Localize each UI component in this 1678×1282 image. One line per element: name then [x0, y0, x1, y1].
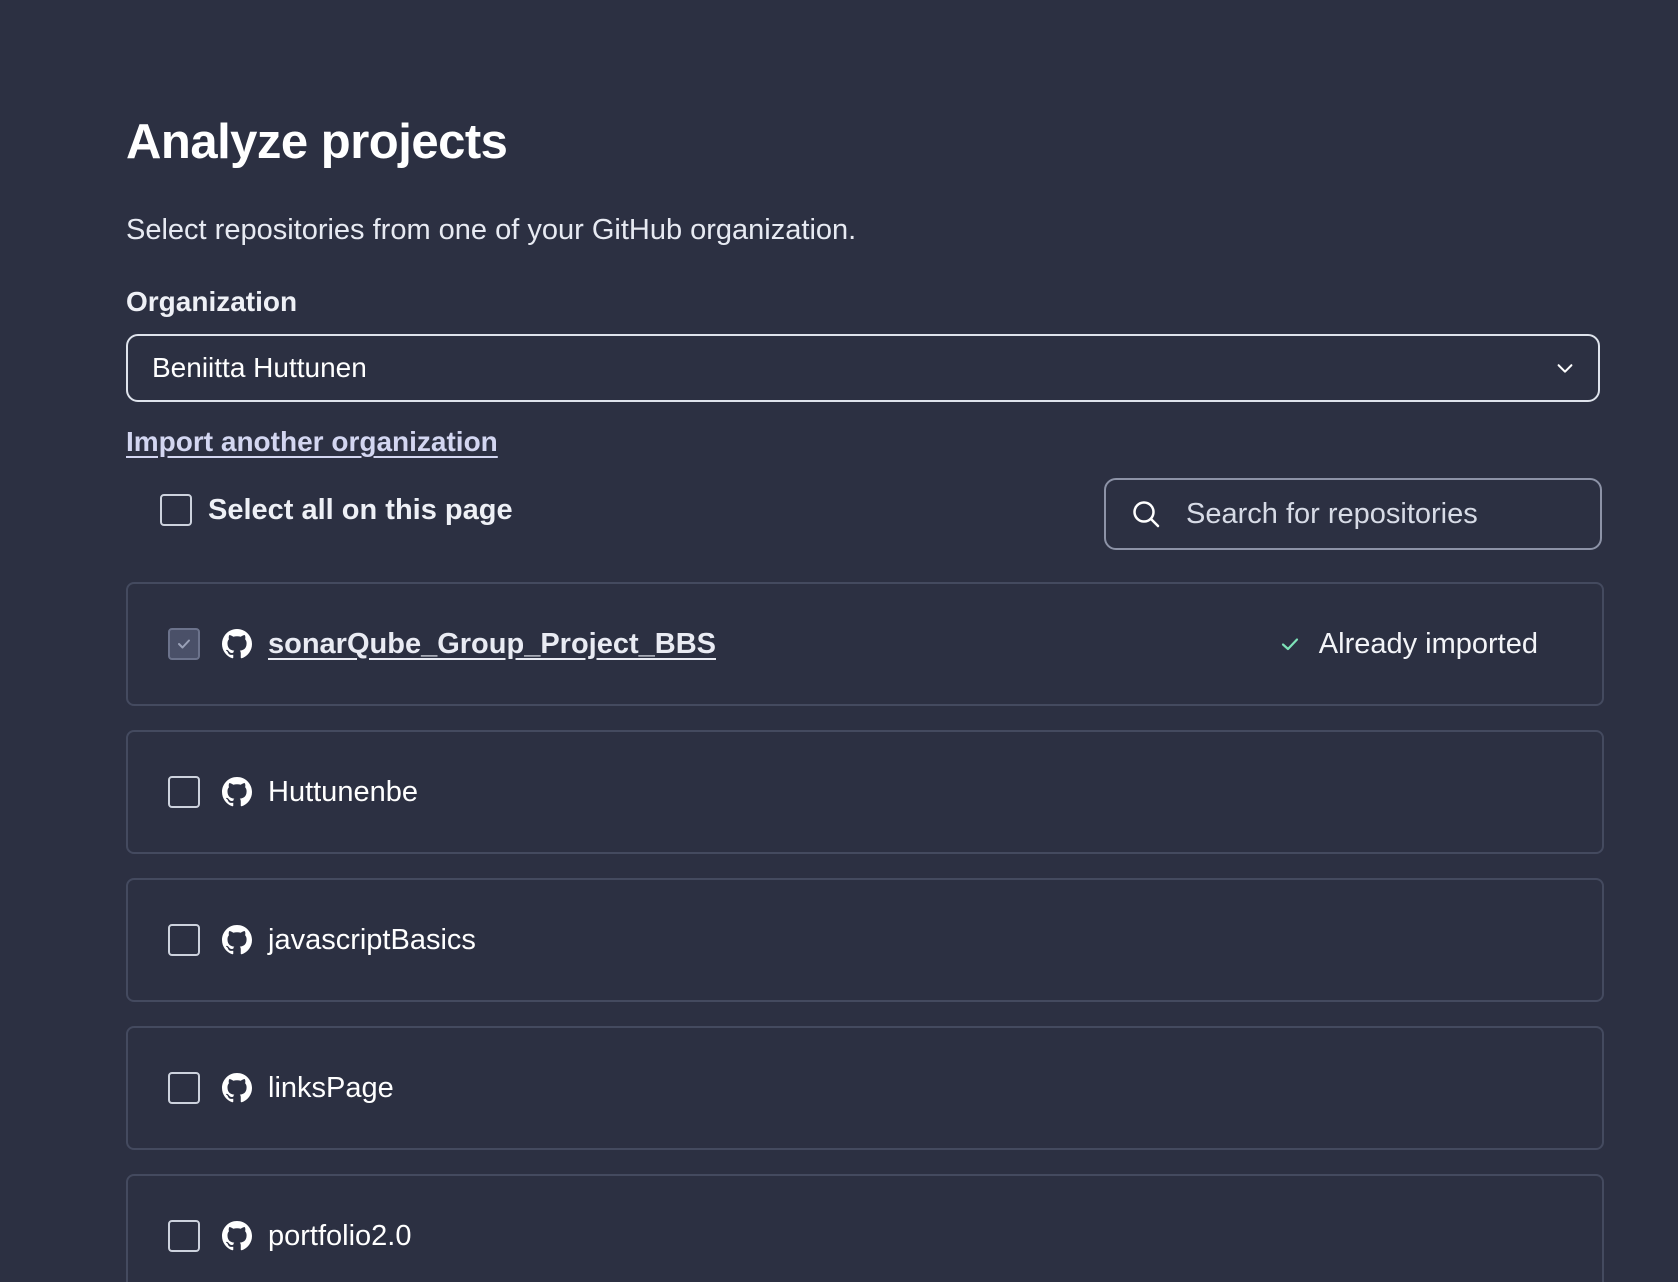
repository-checkbox[interactable]: [168, 1072, 200, 1104]
search-input[interactable]: [1186, 497, 1546, 531]
repository-row[interactable]: javascriptBasics: [126, 878, 1604, 1002]
github-icon: [222, 629, 252, 659]
organization-label: Organization: [126, 286, 298, 317]
import-another-organization-link[interactable]: Import another organization: [126, 422, 498, 462]
repository-name: linksPage: [268, 1071, 394, 1104]
repository-name-link[interactable]: sonarQube_Group_Project_BBS: [268, 628, 716, 661]
organization-select[interactable]: Beniitta Huttunen: [126, 334, 1600, 402]
repository-search[interactable]: [1104, 478, 1602, 550]
repository-name: portfolio2.0: [268, 1219, 412, 1252]
repository-row[interactable]: sonarQube_Group_Project_BBS Already impo…: [126, 582, 1604, 706]
github-icon: [222, 925, 252, 955]
github-icon: [222, 1221, 252, 1251]
repository-row[interactable]: Huttunenbe: [126, 730, 1604, 854]
select-all-control[interactable]: Select all on this page: [160, 490, 513, 530]
page-title: Analyze projects: [126, 115, 508, 169]
github-icon: [222, 1073, 252, 1103]
checkmark-icon: [178, 639, 190, 649]
search-icon: [1133, 501, 1160, 528]
github-icon: [222, 777, 252, 807]
select-all-checkbox[interactable]: [160, 494, 192, 526]
already-imported-label: Already imported: [1318, 627, 1538, 660]
chevron-down-icon: [1557, 364, 1573, 373]
repository-checkbox[interactable]: [168, 924, 200, 956]
analyze-projects-page: Analyze projects Select repositories fro…: [0, 0, 1678, 1282]
repository-row[interactable]: linksPage: [126, 1026, 1604, 1150]
organization-selected-value: Beniitta Huttunen: [152, 352, 367, 383]
repository-name: Huttunenbe: [268, 775, 418, 808]
repository-row[interactable]: portfolio2.0: [126, 1174, 1604, 1282]
page-subtitle: Select repositories from one of your Git…: [126, 214, 857, 246]
repository-checkbox-checked-disabled: [168, 628, 200, 660]
repository-checkbox[interactable]: [168, 1220, 200, 1252]
repository-checkbox[interactable]: [168, 776, 200, 808]
repository-name: javascriptBasics: [268, 923, 476, 956]
check-icon: [1281, 638, 1298, 651]
select-all-label: Select all on this page: [208, 493, 513, 526]
already-imported-status: Already imported: [1279, 584, 1538, 704]
